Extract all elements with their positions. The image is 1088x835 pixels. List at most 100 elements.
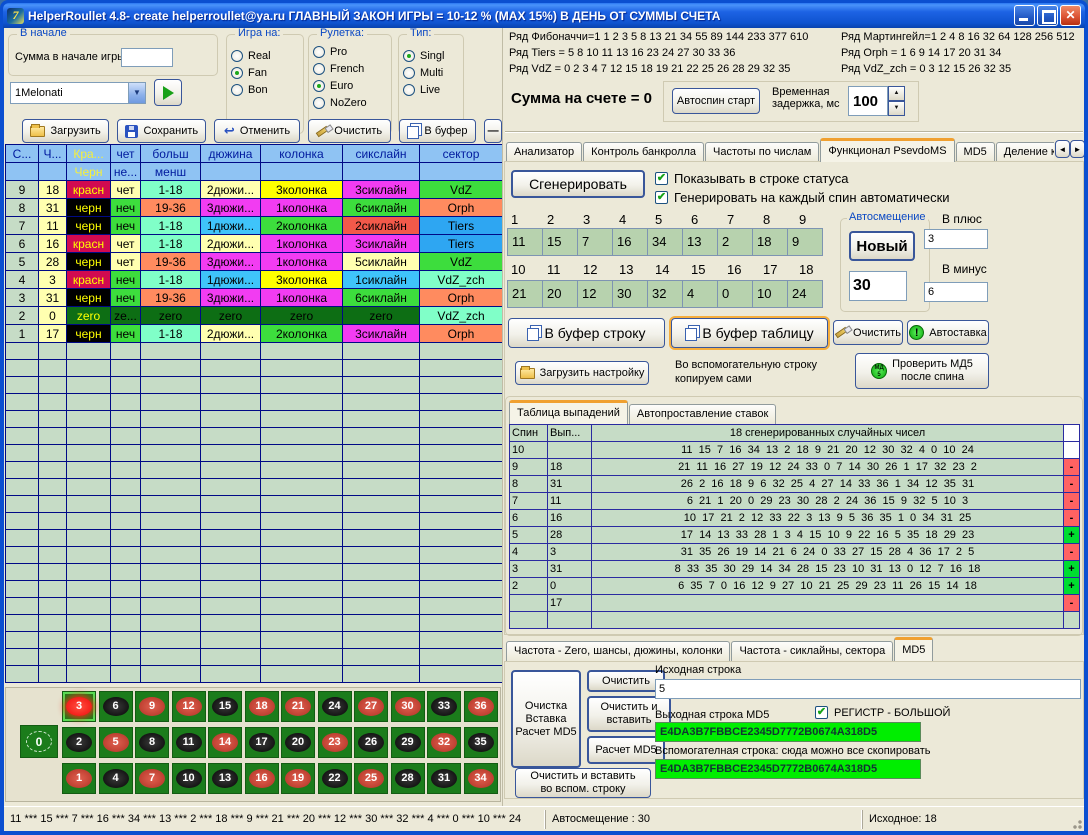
register-checkbox[interactable]: ✔ РЕГИСТР - БОЛЬШОЙ bbox=[815, 706, 950, 719]
roulette-number-36[interactable]: 36 bbox=[464, 691, 498, 722]
tab-freq-1[interactable]: Частота - сиклайны, сектора bbox=[731, 641, 893, 661]
radio-option-bon[interactable]: Bon bbox=[231, 84, 299, 96]
autobet-button[interactable]: !Автоставка bbox=[907, 320, 989, 345]
roulette-number-16[interactable]: 16 bbox=[245, 763, 279, 794]
radio-option-singl[interactable]: Singl bbox=[403, 50, 459, 62]
roulette-number-22[interactable]: 22 bbox=[318, 763, 352, 794]
buffer-table-button[interactable]: В буфер таблицу bbox=[671, 318, 828, 348]
plus-field[interactable] bbox=[924, 229, 988, 249]
minus-field[interactable] bbox=[924, 282, 988, 302]
roulette-number-35[interactable]: 35 bbox=[464, 727, 498, 758]
radio-option-live[interactable]: Live bbox=[403, 84, 459, 96]
history-header-cell[interactable]: С... bbox=[6, 145, 39, 163]
history-header-cell[interactable]: дюжина bbox=[201, 145, 261, 163]
roulette-number-3[interactable]: 3 bbox=[62, 691, 96, 722]
tab-freq-2[interactable]: MD5 bbox=[894, 637, 933, 661]
roulette-number-12[interactable]: 12 bbox=[172, 691, 206, 722]
radio-option-french[interactable]: French bbox=[313, 63, 387, 75]
history-header-cell[interactable]: колонка bbox=[261, 145, 343, 163]
chevron-down-icon[interactable]: ▼ bbox=[128, 83, 145, 103]
history-header-cell[interactable]: не... bbox=[111, 163, 141, 181]
status-checkbox[interactable]: ✔ Показывать в строке статуса bbox=[655, 171, 849, 186]
history-header-cell[interactable] bbox=[420, 163, 503, 181]
delay-input[interactable] bbox=[848, 86, 888, 116]
tab-spin-1[interactable]: Автопроставление ставок bbox=[629, 404, 776, 424]
spinner-down-button[interactable]: ▼ bbox=[888, 101, 905, 116]
tab-main-5[interactable]: Деление ко bbox=[996, 142, 1054, 162]
roulette-number-32[interactable]: 32 bbox=[427, 727, 461, 758]
md5-action-box[interactable]: ОчисткаВставкаРасчет MD5 bbox=[511, 670, 581, 768]
save-button[interactable]: Сохранить bbox=[117, 119, 206, 143]
tab-main-0[interactable]: Анализатор bbox=[506, 142, 582, 162]
begin-sum-input[interactable] bbox=[121, 48, 173, 67]
preset-combobox[interactable]: 1Melonati ▼ bbox=[10, 82, 146, 104]
history-header-cell[interactable] bbox=[201, 163, 261, 181]
history-header-cell[interactable] bbox=[261, 163, 343, 181]
tab-freq-0[interactable]: Частота - Zero, шансы, дюжины, колонки bbox=[506, 641, 730, 661]
tab-main-3[interactable]: Функционал PsevdoMS bbox=[820, 138, 954, 162]
roulette-number-30[interactable]: 30 bbox=[391, 691, 425, 722]
history-header-cell[interactable]: сикслайн bbox=[343, 145, 420, 163]
clear-generated-button[interactable]: Очистить bbox=[833, 320, 903, 345]
radio-option-pro[interactable]: Pro bbox=[313, 46, 387, 58]
roulette-number-23[interactable]: 23 bbox=[318, 727, 352, 758]
tab-main-1[interactable]: Контроль банкролла bbox=[583, 142, 704, 162]
roulette-number-8[interactable]: 8 bbox=[135, 727, 169, 758]
radio-option-nozero[interactable]: NoZero bbox=[313, 97, 387, 109]
tab-scroll-right-button[interactable]: ► bbox=[1070, 140, 1084, 158]
history-header-cell[interactable]: Ч... bbox=[39, 145, 67, 163]
history-header-cell[interactable]: Кра... bbox=[67, 145, 111, 163]
buffer-row-button[interactable]: В буфер строку bbox=[508, 318, 665, 348]
roulette-number-25[interactable]: 25 bbox=[354, 763, 388, 794]
history-header-cell[interactable] bbox=[343, 163, 420, 181]
roulette-number-9[interactable]: 9 bbox=[135, 691, 169, 722]
start-button[interactable] bbox=[154, 79, 182, 106]
load-button[interactable]: Загрузить bbox=[22, 119, 109, 143]
history-header-cell[interactable] bbox=[6, 163, 39, 181]
roulette-number-21[interactable]: 21 bbox=[281, 691, 315, 722]
md5-aux-field[interactable]: E4DA3B7FBBCE2345D7772B0674A318D5 bbox=[655, 759, 921, 779]
history-header-cell[interactable]: чет bbox=[111, 145, 141, 163]
roulette-number-24[interactable]: 24 bbox=[318, 691, 352, 722]
autogen-checkbox[interactable]: ✔ Генерировать на каждый спин автоматиче… bbox=[655, 190, 950, 205]
roulette-number-34[interactable]: 34 bbox=[464, 763, 498, 794]
roulette-number-18[interactable]: 18 bbox=[245, 691, 279, 722]
history-header-cell[interactable]: менш bbox=[141, 163, 201, 181]
roulette-number-26[interactable]: 26 bbox=[354, 727, 388, 758]
md5-clear-insert-aux-button[interactable]: Очистить и вставитьво вспом. строку bbox=[515, 768, 651, 798]
roulette-number-17[interactable]: 17 bbox=[245, 727, 279, 758]
roulette-number-28[interactable]: 28 bbox=[391, 763, 425, 794]
new-button[interactable]: Новый bbox=[849, 231, 915, 261]
md5-clear-button[interactable]: Очистить bbox=[587, 670, 665, 692]
history-header-cell[interactable] bbox=[39, 163, 67, 181]
roulette-number-10[interactable]: 10 bbox=[172, 763, 206, 794]
roulette-number-15[interactable]: 15 bbox=[208, 691, 242, 722]
autoshift-value-field[interactable] bbox=[849, 271, 907, 301]
roulette-number-33[interactable]: 33 bbox=[427, 691, 461, 722]
roulette-number-14[interactable]: 14 bbox=[208, 727, 242, 758]
roulette-number-27[interactable]: 27 bbox=[354, 691, 388, 722]
roulette-number-1[interactable]: 1 bbox=[62, 763, 96, 794]
roulette-number-31[interactable]: 31 bbox=[427, 763, 461, 794]
load-settings-button[interactable]: Загрузить настройку bbox=[515, 361, 649, 385]
roulette-number-7[interactable]: 7 bbox=[135, 763, 169, 794]
roulette-number-11[interactable]: 11 bbox=[172, 727, 206, 758]
resize-grip[interactable] bbox=[1071, 818, 1083, 830]
md5-calc-button[interactable]: Расчет MD5 bbox=[587, 736, 665, 764]
autospin-start-button[interactable]: Автоспин старт bbox=[672, 88, 760, 114]
source-string-input[interactable] bbox=[655, 679, 1081, 699]
clear-button[interactable]: Очистить bbox=[308, 119, 391, 143]
buffer-button[interactable]: В буфер bbox=[399, 119, 476, 143]
roulette-number-29[interactable]: 29 bbox=[391, 727, 425, 758]
tab-scroll-left-button[interactable]: ◄ bbox=[1055, 140, 1070, 158]
tab-main-2[interactable]: Частоты по числам bbox=[705, 142, 819, 162]
tab-main-4[interactable]: MD5 bbox=[956, 142, 995, 162]
titlebar[interactable]: 7 HelperRoullet 4.8- create helperroulle… bbox=[3, 3, 1085, 28]
generate-button[interactable]: Сгенерировать bbox=[511, 170, 645, 198]
roulette-number-2[interactable]: 2 bbox=[62, 727, 96, 758]
radio-option-real[interactable]: Real bbox=[231, 50, 299, 62]
roulette-number-6[interactable]: 6 bbox=[99, 691, 133, 722]
roulette-number-4[interactable]: 4 bbox=[99, 763, 133, 794]
close-button[interactable]: ✕ bbox=[1060, 5, 1081, 26]
roulette-number-5[interactable]: 5 bbox=[99, 727, 133, 758]
